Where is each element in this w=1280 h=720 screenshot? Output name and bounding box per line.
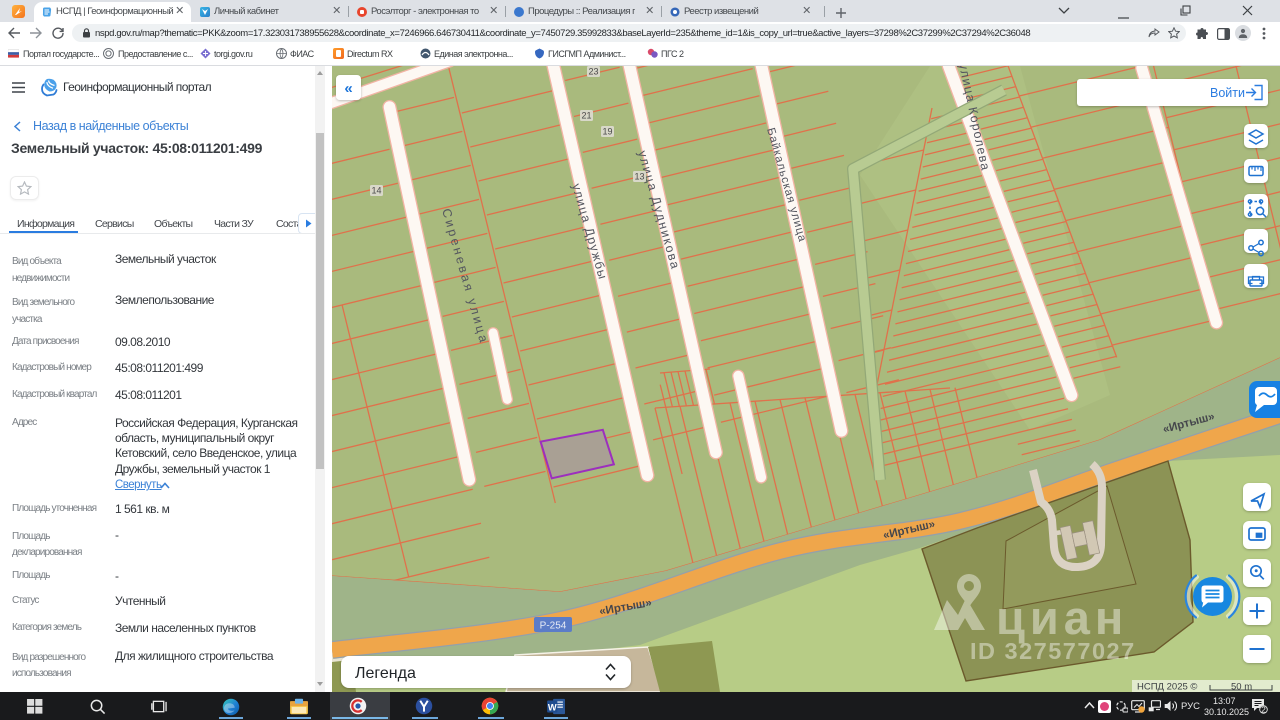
svg-text:ID 327577027: ID 327577027: [970, 638, 1136, 664]
svg-text:Р-254: Р-254: [540, 621, 567, 632]
svg-text:23: 23: [588, 67, 598, 77]
svg-text:50 m: 50 m: [1231, 682, 1252, 693]
svg-text:14: 14: [371, 186, 381, 196]
svg-text:21: 21: [581, 111, 591, 121]
svg-text:19: 19: [602, 127, 612, 137]
svg-text:«: «: [344, 80, 352, 97]
svg-text:W: W: [548, 702, 557, 712]
svg-text:13: 13: [634, 172, 644, 182]
svg-text:Войти: Войти: [1210, 86, 1245, 100]
svg-text:2: 2: [1261, 705, 1266, 714]
svg-text:циан: циан: [996, 591, 1128, 644]
svg-text:НСПД 2025 ©: НСПД 2025 ©: [1137, 682, 1197, 693]
svg-text:Легенда: Легенда: [355, 665, 416, 682]
